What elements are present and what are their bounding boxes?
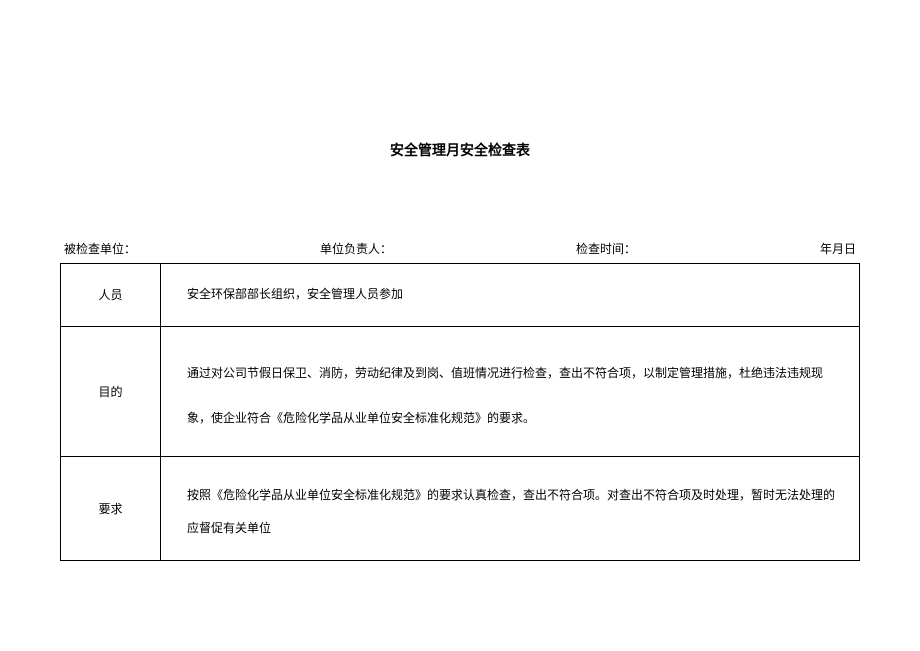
table-row: 目的 通过对公司节假日保卫、消防，劳动纪律及到岗、值班情况进行检查，查出不符合项… [61,326,860,456]
table-row: 要求 按照《危险化学品从业单位安全标准化规范》的要求认真检查，查出不符合项。对查… [61,456,860,560]
row-label-personnel: 人员 [61,264,161,327]
page-title: 安全管理月安全检查表 [60,140,860,160]
time-label: 检查时间： [576,240,636,257]
row-content-requirement: 按照《危险化学品从业单位安全标准化规范》的要求认真检查，查出不符合项。对查出不符… [161,456,860,560]
header-line: 被检查单位： 单位负责人： 检查时间： 年月日 [60,240,860,257]
date-label: 年月日 [820,240,856,257]
table-row: 人员 安全环保部部长组织，安全管理人员参加 [61,264,860,327]
row-content-purpose: 通过对公司节假日保卫、消防，劳动纪律及到岗、值班情况进行检查，查出不符合项，以制… [161,326,860,456]
document-page: 安全管理月安全检查表 被检查单位： 单位负责人： 检查时间： 年月日 人员 安全… [0,0,920,591]
row-content-personnel: 安全环保部部长组织，安全管理人员参加 [161,264,860,327]
unit-label: 被检查单位： [64,240,136,257]
row-label-requirement: 要求 [61,456,161,560]
row-label-purpose: 目的 [61,326,161,456]
responsible-label: 单位负责人： [320,240,392,257]
checklist-table: 人员 安全环保部部长组织，安全管理人员参加 目的 通过对公司节假日保卫、消防，劳… [60,263,860,561]
